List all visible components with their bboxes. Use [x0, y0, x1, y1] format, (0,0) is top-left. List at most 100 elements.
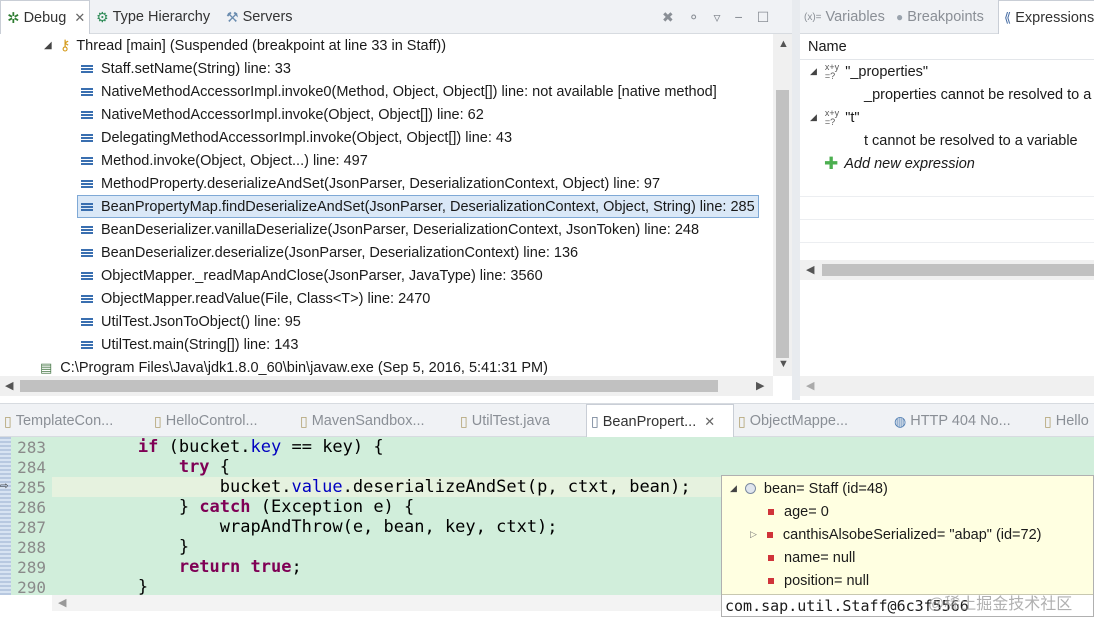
process-node[interactable]: ▤ C:\Program Files\Java\jdk1.8.0_60\bin\… — [40, 356, 548, 376]
servers-icon: ⚒ — [226, 8, 239, 25]
editor-tab[interactable]: ◍ HTTP 404 No... — [890, 404, 1011, 438]
code-line-284[interactable]: try { — [56, 457, 230, 477]
code-text: (Exception e) { — [250, 497, 415, 517]
tab-servers[interactable]: ⚒ Servers — [226, 0, 293, 34]
scroll-down-icon[interactable]: ▼ — [778, 358, 789, 370]
debug-hscroll-thumb[interactable] — [20, 380, 718, 392]
tab-expressions[interactable]: ⟪ Expressions — [998, 0, 1094, 34]
hover-field[interactable]: position= null — [768, 569, 869, 592]
thread-suspended-icon: ⚷ — [59, 37, 71, 54]
line-number[interactable]: 288 — [12, 538, 46, 557]
maximize-icon[interactable]: ☐ — [757, 9, 770, 26]
line-number[interactable]: 290 — [12, 578, 46, 595]
editor-tab[interactable]: ▯ UtilTest.java — [456, 404, 550, 438]
expressions-hscroll-bottom[interactable]: ◀ — [800, 376, 1094, 396]
stack-frame-icon — [81, 224, 93, 236]
stack-frame[interactable]: BeanDeserializer.vanillaDeserialize(Json… — [78, 218, 702, 241]
tab-type-hierarchy[interactable]: ⚙ Type Hierarchy — [96, 0, 210, 34]
hover-field[interactable]: ▷ canthisAlsobeSerialized= "abap" (id=72… — [750, 523, 1042, 546]
editor-tab[interactable]: ▯ MavenSandbox... — [296, 404, 425, 438]
variables-icon: (x)= — [804, 11, 822, 23]
stack-frame[interactable]: Method.invoke(Object, Object...) line: 4… — [78, 149, 371, 172]
row-dividers — [800, 174, 1094, 264]
expressions-hscroll-top[interactable]: ◀ — [800, 260, 1094, 280]
editor-tab-label: ObjectMappe... — [749, 413, 849, 429]
stack-frame-icon — [81, 201, 93, 213]
minimize-icon[interactable]: − — [735, 9, 743, 25]
watch-expression-icon: x+y =? — [824, 107, 840, 127]
stack-frame[interactable]: ObjectMapper._readMapAndClose(JsonParser… — [78, 264, 546, 287]
editor-tab[interactable]: ▯ HelloControl... — [150, 404, 258, 438]
line-number[interactable]: 286 — [12, 498, 46, 517]
view-menu-icon[interactable]: ▿ — [713, 9, 720, 26]
code-line-286[interactable]: } catch (Exception e) { — [56, 497, 414, 517]
collapse-arrow-icon[interactable]: ◢ — [810, 112, 817, 123]
code-line-290[interactable]: } — [56, 577, 148, 595]
expression-row[interactable]: ◢ x+y =? "t" — [810, 106, 860, 129]
code-line-283[interactable]: if (bucket.key == key) { — [56, 437, 384, 457]
line-number[interactable]: 284 — [12, 458, 46, 477]
stack-frame-label: ObjectMapper.readValue(File, Class<T>) l… — [101, 290, 431, 307]
stack-frame[interactable]: NativeMethodAccessorImpl.invoke(Object, … — [78, 103, 487, 126]
line-number[interactable]: 287 — [12, 518, 46, 537]
collapse-arrow-icon[interactable]: ◢ — [730, 483, 737, 494]
code-line-288[interactable]: } — [56, 537, 189, 557]
collapse-arrow-icon[interactable]: ◢ — [44, 40, 52, 51]
stack-frame[interactable]: NativeMethodAccessorImpl.invoke0(Method,… — [78, 80, 720, 103]
hover-field[interactable]: age= 0 — [768, 500, 829, 523]
collapse-arrow-icon[interactable]: ◢ — [810, 66, 817, 77]
stack-frame[interactable]: MethodProperty.deserializeAndSet(JsonPar… — [78, 172, 663, 195]
process-icon: ▤ — [40, 359, 53, 375]
expression-row[interactable]: ◢ x+y =? "_properties" — [810, 60, 928, 83]
vertical-sash[interactable] — [792, 0, 800, 400]
expressions-hscroll-thumb[interactable] — [822, 264, 1094, 276]
scroll-left-icon[interactable]: ◀ — [5, 379, 13, 392]
keyword-catch: catch — [199, 497, 251, 517]
scroll-left-icon[interactable]: ◀ — [806, 263, 814, 276]
line-number[interactable]: 289 — [12, 558, 46, 577]
add-new-expression[interactable]: ✚ Add new expression — [824, 152, 975, 175]
code-line-289[interactable]: return true; — [56, 557, 302, 577]
line-number[interactable]: 285 — [12, 478, 46, 497]
debug-settings-icon[interactable]: ⚬ — [688, 9, 700, 26]
debug-vscroll-thumb[interactable] — [776, 90, 789, 358]
tab-debug[interactable]: ✲ Debug ✕ — [0, 0, 90, 34]
scroll-up-icon[interactable]: ▲ — [778, 38, 789, 50]
close-icon[interactable]: ✕ — [704, 414, 715, 430]
expressions-body: Name ◢ x+y =? "_properties" _properties c… — [800, 34, 1094, 396]
keyword-return: return — [178, 557, 241, 577]
tab-breakpoints[interactable]: ● Breakpoints — [896, 0, 984, 34]
thread-node[interactable]: ◢ ⚷ Thread [main] (Suspended (breakpoint… — [44, 34, 446, 57]
tab-variables[interactable]: (x)= Variables — [804, 0, 885, 34]
expand-arrow-icon[interactable]: ▷ — [750, 529, 757, 540]
code-line-287[interactable]: wrapAndThrow(e, bean, key, ctxt); — [56, 517, 558, 537]
scroll-right-icon[interactable]: ▶ — [756, 379, 764, 392]
editor-tab[interactable]: ▯ Hello — [1040, 404, 1089, 438]
code-text: bucket — [219, 477, 282, 497]
stack-frame-label: Method.invoke(Object, Object...) line: 4… — [101, 152, 368, 169]
debug-horizontal-scrollbar[interactable]: ◀ ▶ — [0, 376, 773, 396]
remove-terminated-icon[interactable]: ✖ — [662, 9, 674, 26]
editor-tab[interactable]: ▯ ObjectMappe... — [734, 404, 848, 438]
stack-frame[interactable]: ObjectMapper.readValue(File, Class<T>) l… — [78, 287, 433, 310]
stack-frame[interactable]: UtilTest.JsonToObject() line: 95 — [78, 310, 304, 333]
stack-frame[interactable]: DelegatingMethodAccessorImpl.invoke(Obje… — [78, 126, 515, 149]
code-line-285[interactable]: bucket.value.deserializeAndSet(p, ctxt, … — [56, 477, 691, 497]
hover-root[interactable]: ◢ bean= Staff (id=48) — [730, 477, 888, 500]
stack-frame[interactable]: BeanDeserializer.deserialize(JsonParser,… — [78, 241, 581, 264]
scroll-left-icon[interactable]: ◀ — [806, 379, 814, 392]
expression-error[interactable]: _properties cannot be resolved to a — [864, 83, 1091, 106]
expression-error[interactable]: t cannot be resolved to a variable — [864, 129, 1078, 152]
editor-tab[interactable]: ▯ TemplateCon... — [0, 404, 113, 438]
name-column-header[interactable]: Name — [800, 34, 1094, 60]
editor-hscroll[interactable]: ◀ — [52, 595, 722, 611]
line-number[interactable]: 283 — [12, 438, 46, 457]
scroll-left-icon[interactable]: ◀ — [58, 596, 66, 609]
close-icon[interactable]: ✕ — [74, 10, 85, 26]
debug-vertical-scrollbar[interactable]: ▲ ▼ — [773, 34, 792, 376]
stack-frame[interactable]: BeanPropertyMap.findDeserializeAndSet(Js… — [77, 195, 759, 218]
hover-field[interactable]: name= null — [768, 546, 855, 569]
editor-tab[interactable]: ▯ BeanPropert... ✕ — [586, 404, 734, 438]
stack-frame[interactable]: UtilTest.main(String[]) line: 143 — [78, 333, 301, 356]
stack-frame[interactable]: Staff.setName(String) line: 33 — [78, 57, 294, 80]
